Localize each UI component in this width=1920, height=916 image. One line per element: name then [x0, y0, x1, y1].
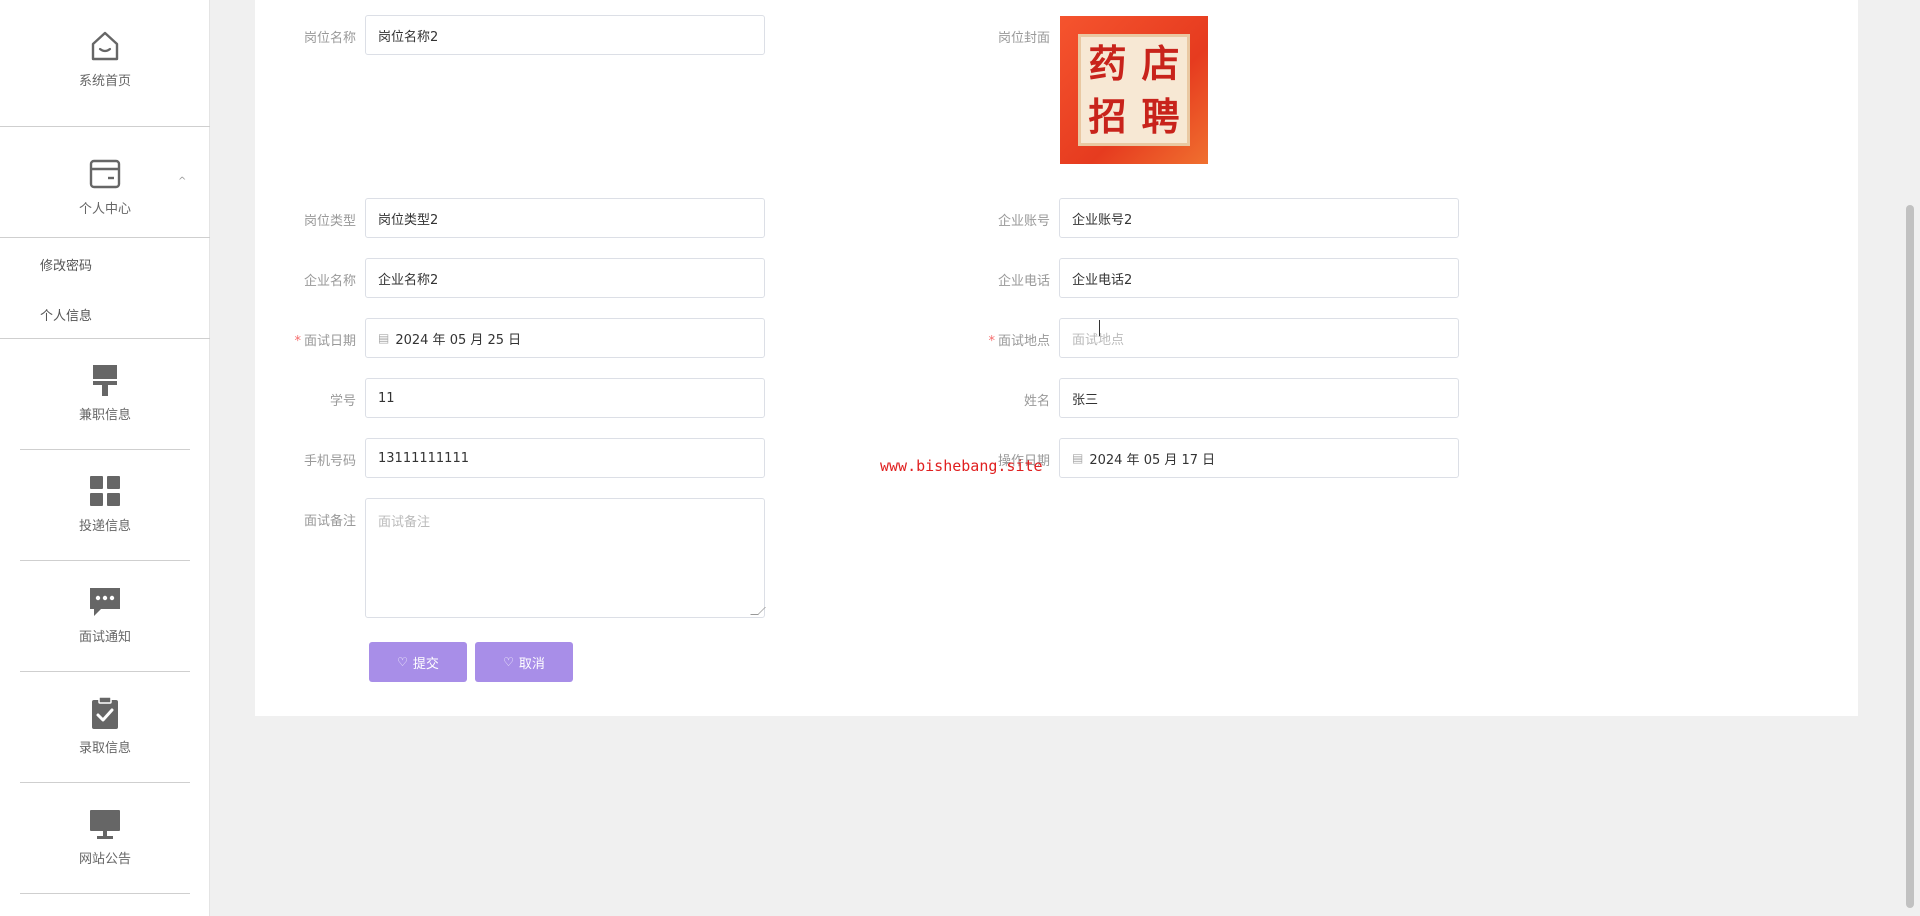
divider: [0, 338, 210, 339]
cover-char: 招: [1088, 93, 1127, 139]
text-cursor: [1099, 320, 1105, 336]
chevron-up-icon[interactable]: ^: [178, 176, 186, 187]
cover-char: 店: [1141, 40, 1180, 86]
submit-button[interactable]: ♡ 提交: [369, 642, 467, 682]
divider: [20, 671, 190, 672]
nav-delivery-info-label: 投递信息: [78, 519, 131, 534]
scrollbar-thumb[interactable]: [1906, 205, 1914, 908]
company-name-label: 企业名称: [303, 274, 356, 289]
interview-date-picker[interactable]: ▤ 2024 年 05 月 25 日: [365, 318, 765, 358]
calendar-icon: ▤: [1072, 451, 1084, 465]
operate-date-value: 2024 年 05 月 17 日: [1089, 452, 1216, 468]
clipboard-check-icon: [92, 696, 118, 729]
interview-date-label: * 面试日期: [276, 330, 356, 349]
phone-label: 手机号码: [303, 454, 356, 469]
required-mark: *: [294, 334, 301, 349]
job-name-input[interactable]: 岗位名称2: [365, 15, 765, 55]
watermark-text: www.bishebang.site: [880, 457, 1043, 475]
nav-admission-info[interactable]: 录取信息: [0, 695, 210, 756]
cover-char: 药: [1088, 40, 1127, 86]
resize-handle[interactable]: [750, 607, 766, 615]
job-type-input[interactable]: 岗位类型2: [365, 198, 765, 238]
brush-icon: [93, 365, 117, 396]
grid-icon: [90, 476, 120, 506]
nav-home[interactable]: 系统首页: [0, 28, 210, 89]
interview-date-value: 2024 年 05 月 25 日: [395, 332, 522, 348]
divider: [20, 893, 190, 894]
required-mark: *: [988, 334, 995, 349]
cover-paper: 药 店 招 聘: [1078, 34, 1190, 146]
nav-home-label: 系统首页: [78, 74, 131, 89]
heart-icon: ♡: [503, 655, 514, 669]
company-account-label: 企业账号: [997, 214, 1050, 229]
name-label: 姓名: [1023, 394, 1050, 409]
company-phone-label: 企业电话: [997, 274, 1050, 289]
student-id-label: 学号: [329, 394, 356, 409]
nav-announcement[interactable]: 网站公告: [0, 806, 210, 867]
nav-personal-center-label: 个人中心: [78, 202, 131, 217]
remark-placeholder: 面试备注: [378, 515, 431, 530]
nav-part-time-info[interactable]: 兼职信息: [0, 362, 210, 423]
job-name-label: 岗位名称: [303, 31, 356, 46]
calendar-icon: ▤: [378, 331, 390, 345]
phone-input[interactable]: 13111111111: [365, 438, 765, 478]
interview-place-input[interactable]: 面试地点: [1059, 318, 1459, 358]
remark-textarea[interactable]: 面试备注: [365, 498, 766, 618]
job-cover-label: 岗位封面: [997, 31, 1050, 46]
cover-char: 聘: [1141, 93, 1180, 139]
home-icon: [91, 31, 119, 61]
remark-label: 面试备注: [303, 514, 356, 529]
company-account-input[interactable]: 企业账号2: [1059, 198, 1459, 238]
job-cover-image[interactable]: 药 店 招 聘: [1060, 16, 1208, 164]
divider: [20, 782, 190, 783]
submit-button-label: 提交: [412, 656, 439, 672]
company-name-input[interactable]: 企业名称2: [365, 258, 765, 298]
divider: [20, 560, 190, 561]
cancel-button[interactable]: ♡ 取消: [475, 642, 573, 682]
interview-date-label-text: 面试日期: [303, 334, 356, 349]
divider: [0, 126, 210, 127]
chat-icon: [90, 588, 120, 616]
nav-interview-notice[interactable]: 面试通知: [0, 584, 210, 645]
nav-admission-info-label: 录取信息: [78, 741, 131, 756]
nav-interview-notice-label: 面试通知: [78, 630, 131, 645]
scrollbar[interactable]: [1900, 0, 1920, 916]
company-phone-input[interactable]: 企业电话2: [1059, 258, 1459, 298]
interview-place-label-text: 面试地点: [997, 334, 1050, 349]
interview-place-label: * 面试地点: [970, 330, 1050, 349]
cancel-button-label: 取消: [518, 656, 545, 672]
student-id-input[interactable]: 11: [365, 378, 765, 418]
divider: [0, 237, 210, 238]
job-type-label: 岗位类型: [303, 214, 356, 229]
monitor-icon: [90, 810, 120, 839]
nav-delivery-info[interactable]: 投递信息: [0, 473, 210, 534]
sub-item-change-password[interactable]: 修改密码: [40, 255, 92, 274]
sub-item-personal-info[interactable]: 个人信息: [40, 305, 92, 324]
sidebar: 系统首页 个人中心 ^ 修改密码 个人信息 兼职信息 投递信息 面试通知 录取信…: [0, 0, 210, 916]
name-input[interactable]: 张三: [1059, 378, 1459, 418]
divider: [20, 449, 190, 450]
heart-icon: ♡: [397, 655, 408, 669]
nav-part-time-info-label: 兼职信息: [78, 408, 131, 423]
operate-date-picker[interactable]: ▤ 2024 年 05 月 17 日: [1059, 438, 1459, 478]
wallet-icon: [89, 159, 121, 189]
nav-announcement-label: 网站公告: [78, 852, 131, 867]
